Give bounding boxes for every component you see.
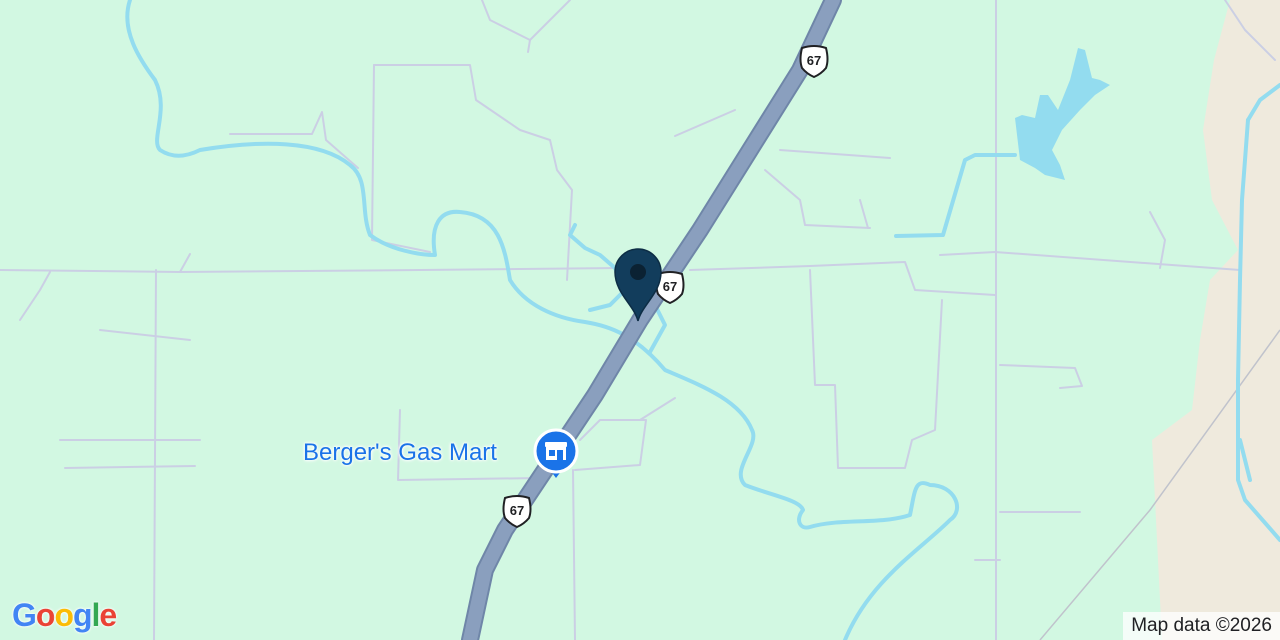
logo-letter: o [35,597,56,633]
route-shield-67: 67 [500,494,534,528]
location-marker[interactable] [611,245,665,323]
route-shield-67: 67 [797,44,831,78]
google-logo: Google [12,597,117,634]
poi-marker[interactable] [533,428,579,478]
map-attribution: Map data ©2026 [1123,612,1280,640]
store-icon [533,428,579,478]
location-pin-icon [614,248,662,322]
logo-letter: e [99,597,117,633]
logo-letter: G [12,597,37,633]
map-view[interactable]: 67 67 67 Berger's Gas Mart Google Map da… [0,0,1280,640]
route-number: 67 [806,53,822,68]
logo-letter: g [72,597,93,633]
poi-label[interactable]: Berger's Gas Mart [303,439,497,467]
logo-letter: o [54,597,74,633]
route-number: 67 [509,503,525,518]
